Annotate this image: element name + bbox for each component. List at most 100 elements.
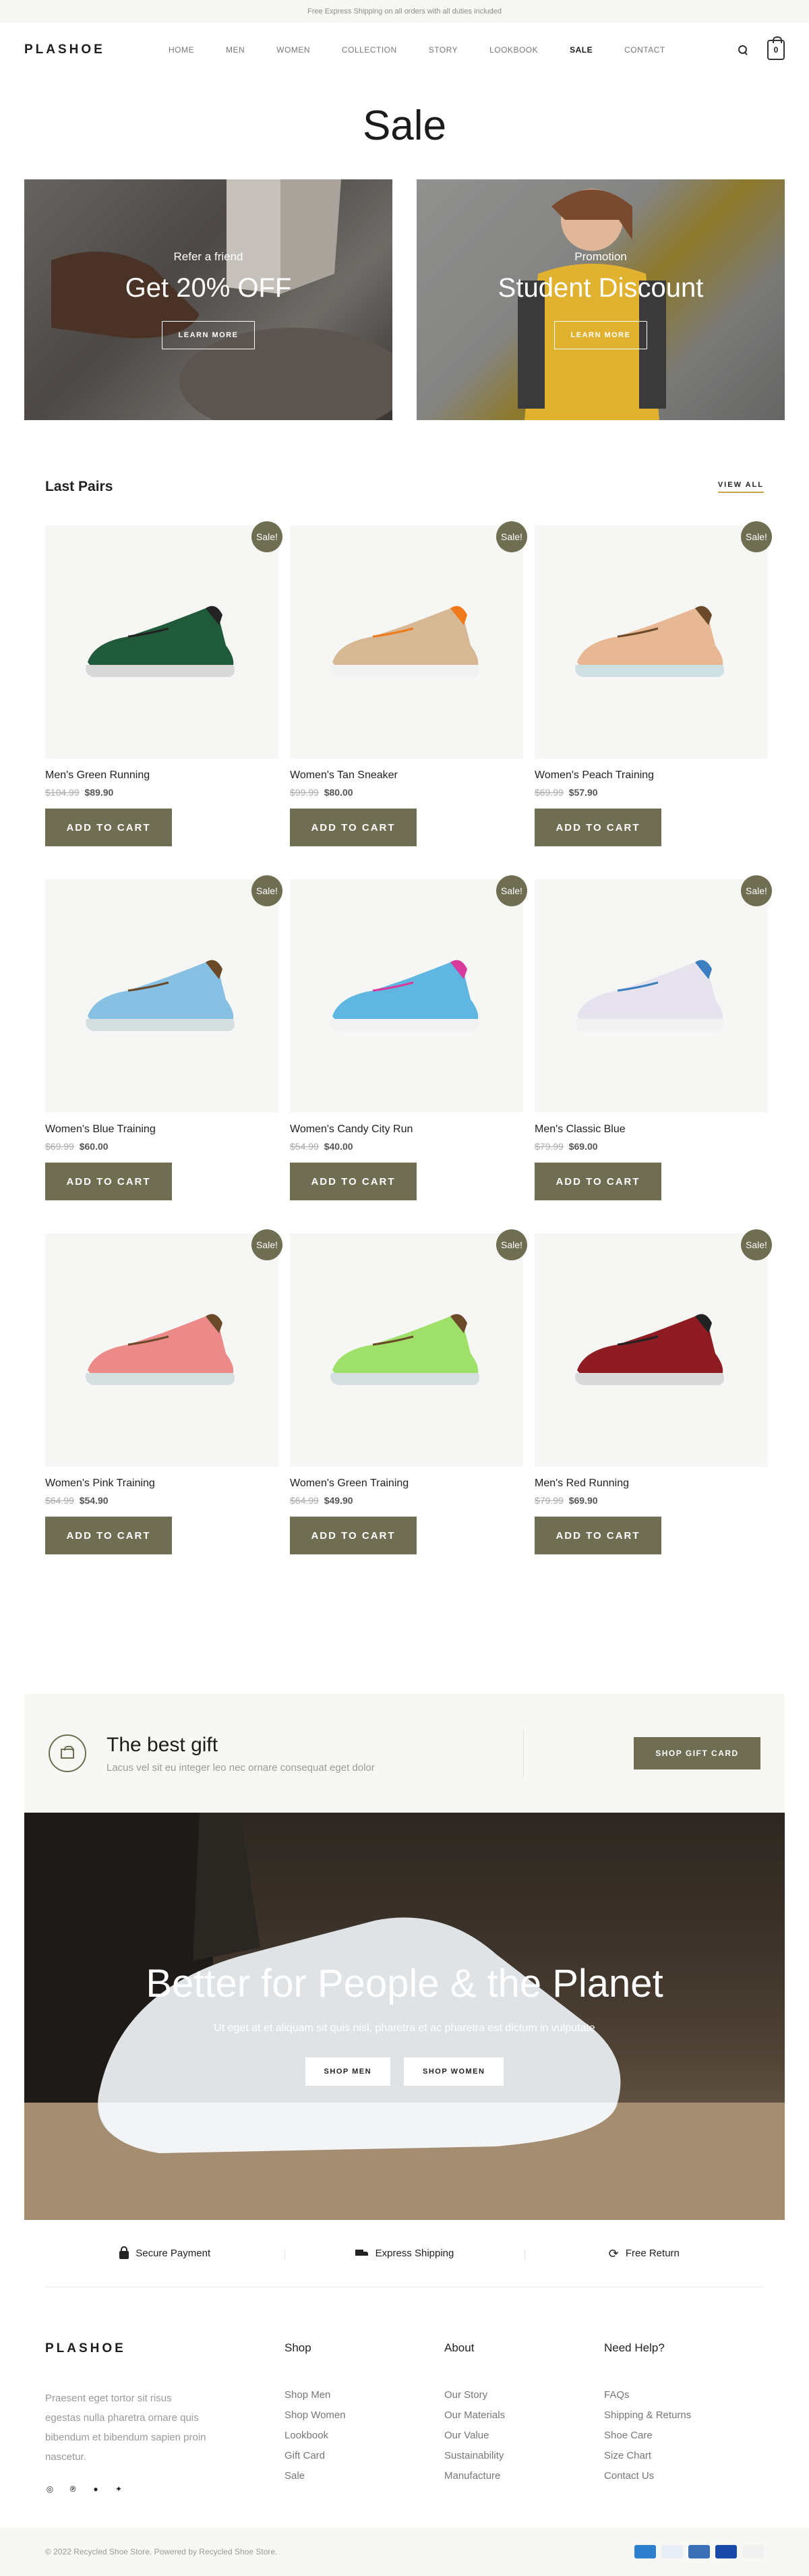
product-name[interactable]: Women's Green Training <box>290 1477 523 1491</box>
add-to-cart-button[interactable]: ADD TO CART <box>45 1517 172 1554</box>
footer-link[interactable]: Lookbook <box>284 2429 444 2442</box>
add-to-cart-button[interactable]: ADD TO CART <box>45 1163 172 1200</box>
sneaker-image <box>330 606 479 677</box>
view-all-link[interactable]: VIEW ALL <box>717 481 764 493</box>
shop-men-button[interactable]: SHOP MEN <box>305 2057 391 2086</box>
nav-item-sale[interactable]: SALE <box>570 45 593 55</box>
product-name[interactable]: Men's Classic Blue <box>535 1123 768 1137</box>
footer-link[interactable]: Shipping & Returns <box>604 2409 764 2422</box>
shop-women-button[interactable]: SHOP WOMEN <box>404 2057 504 2086</box>
cart-icon[interactable]: 0 <box>767 36 785 60</box>
product-image[interactable]: Sale! <box>290 521 527 759</box>
footer-link[interactable]: Shop Men <box>284 2389 444 2402</box>
nav-item-home[interactable]: HOME <box>169 45 194 55</box>
footer-columns: Shop Shop Men Shop Women Lookbook Gift Card… <box>284 2341 764 2544</box>
product-image[interactable]: Sale! <box>535 521 772 759</box>
sale-badge: Sale! <box>496 1229 527 1260</box>
product-image[interactable]: Sale! <box>290 1229 527 1467</box>
product-card[interactable]: Sale! Men's Green Running $104.99 $89.90… <box>45 521 282 879</box>
product-image[interactable]: Sale! <box>45 1229 282 1467</box>
copyright: © 2022 Recycled Shoe Store. Powered by R… <box>45 2547 278 2556</box>
facebook-icon[interactable]: ● <box>91 2484 100 2494</box>
product-image[interactable]: Sale! <box>290 875 527 1113</box>
search-icon[interactable] <box>738 45 748 55</box>
product-card[interactable]: Sale! Women's Blue Training $69.99 $60.0… <box>45 875 282 1233</box>
footer-link[interactable]: Manufacture <box>444 2469 604 2483</box>
add-to-cart-button[interactable]: ADD TO CART <box>290 809 417 846</box>
bottom-bar: © 2022 Recycled Shoe Store. Powered by R… <box>0 2527 809 2576</box>
footer-link[interactable]: Our Story <box>444 2389 604 2402</box>
features-bar: Secure Payment Express Shipping ⟳ Free R… <box>45 2220 764 2287</box>
product-card[interactable]: Sale! Women's Peach Training $69.99 $57.… <box>535 521 772 879</box>
product-card[interactable]: Sale! Men's Red Running $79.99 $69.90 AD… <box>535 1229 772 1587</box>
sneaker-image <box>575 1314 724 1385</box>
add-to-cart-button[interactable]: ADD TO CART <box>535 809 661 846</box>
gift-card-banner: The best gift Lacus vel sit eu integer l… <box>24 1694 785 1813</box>
product-card[interactable]: Sale! Men's Classic Blue $79.99 $69.00 A… <box>535 875 772 1233</box>
add-to-cart-button[interactable]: ADD TO CART <box>535 1517 661 1554</box>
promo-refer-friend[interactable]: Refer a friend Get 20% OFF LEARN MORE <box>24 179 392 420</box>
add-to-cart-button[interactable]: ADD TO CART <box>535 1163 661 1200</box>
footer-link[interactable]: Sale <box>284 2469 444 2483</box>
gift-subtitle: Lacus vel sit eu integer leo nec ornare … <box>107 1761 375 1774</box>
price-row: $64.99 $49.90 <box>290 1495 523 1507</box>
footer-link[interactable]: Our Value <box>444 2429 604 2442</box>
pinterest-icon[interactable]: ℗ <box>68 2484 78 2494</box>
add-to-cart-button[interactable]: ADD TO CART <box>45 809 172 846</box>
product-image[interactable]: Sale! <box>535 1229 772 1467</box>
add-to-cart-button[interactable]: ADD TO CART <box>290 1517 417 1554</box>
footer-link[interactable]: FAQs <box>604 2389 764 2402</box>
product-name[interactable]: Women's Tan Sneaker <box>290 769 523 783</box>
product-name[interactable]: Women's Candy City Run <box>290 1123 523 1137</box>
product-name[interactable]: Men's Green Running <box>45 769 278 783</box>
product-name[interactable]: Women's Peach Training <box>535 769 768 783</box>
price-row: $69.99 $57.90 <box>535 787 768 799</box>
main-nav: HOME MEN WOMEN COLLECTION STORY LOOKBOOK SALE C… <box>169 45 665 55</box>
footer-link[interactable]: Shoe Care <box>604 2429 764 2442</box>
nav-item-collection[interactable]: COLLECTION <box>342 45 397 55</box>
product-name[interactable]: Men's Red Running <box>535 1477 768 1491</box>
twitter-icon[interactable]: ✦ <box>114 2484 123 2494</box>
learn-more-button[interactable]: LEARN MORE <box>553 321 648 349</box>
learn-more-button[interactable]: LEARN MORE <box>161 321 256 349</box>
sale-badge: Sale! <box>496 875 527 906</box>
footer-link[interactable]: Gift Card <box>284 2449 444 2463</box>
sale-price: $69.90 <box>568 1495 598 1506</box>
footer-logo[interactable]: PLASHOE <box>45 2341 284 2358</box>
hero-subtitle: Ut eget at et aliquam sit quis nisl, pha… <box>214 2022 595 2034</box>
gift-text: The best gift Lacus vel sit eu integer l… <box>107 1734 375 1774</box>
product-card[interactable]: Sale! Women's Tan Sneaker $99.99 $80.00 … <box>290 521 527 879</box>
section-header: Last Pairs VIEW ALL <box>45 477 764 497</box>
product-image[interactable]: Sale! <box>45 521 282 759</box>
footer-link[interactable]: Shop Women <box>284 2409 444 2422</box>
footer-link[interactable]: Contact Us <box>604 2469 764 2483</box>
feature-label: Free Return <box>625 2248 680 2259</box>
sale-price: $40.00 <box>324 1141 353 1152</box>
product-image[interactable]: Sale! <box>535 875 772 1113</box>
add-to-cart-button[interactable]: ADD TO CART <box>290 1163 417 1200</box>
nav-item-story[interactable]: STORY <box>429 45 458 55</box>
nav-item-lookbook[interactable]: LOOKBOOK <box>489 45 538 55</box>
sale-badge: Sale! <box>741 521 772 552</box>
old-price: $64.99 <box>45 1495 74 1506</box>
footer-link[interactable]: Sustainability <box>444 2449 604 2463</box>
nav-item-men[interactable]: MEN <box>226 45 245 55</box>
footer-link[interactable]: Size Chart <box>604 2449 764 2463</box>
hero-banner: Better for People & the Planet Ut eget a… <box>24 1813 785 2220</box>
product-card[interactable]: Sale! Women's Candy City Run $54.99 $40.… <box>290 875 527 1233</box>
nav-item-women[interactable]: WOMEN <box>276 45 310 55</box>
footer-column-title: About <box>444 2341 475 2354</box>
old-price: $104.99 <box>45 787 80 798</box>
nav-item-contact[interactable]: CONTACT <box>624 45 665 55</box>
product-name[interactable]: Women's Blue Training <box>45 1123 278 1137</box>
sale-price: $60.00 <box>79 1141 109 1152</box>
site-logo[interactable]: PLASHOE <box>24 42 105 57</box>
footer-link[interactable]: Our Materials <box>444 2409 604 2422</box>
product-name[interactable]: Women's Pink Training <box>45 1477 278 1491</box>
instagram-icon[interactable]: ◎ <box>45 2484 55 2494</box>
product-image[interactable]: Sale! <box>45 875 282 1113</box>
shop-gift-card-button[interactable]: SHOP GIFT CARD <box>634 1737 760 1769</box>
product-card[interactable]: Sale! Women's Green Training $64.99 $49.… <box>290 1229 527 1587</box>
promo-student-discount[interactable]: Promotion Student Discount LEARN MORE <box>417 179 785 420</box>
product-card[interactable]: Sale! Women's Pink Training $64.99 $54.9… <box>45 1229 282 1587</box>
